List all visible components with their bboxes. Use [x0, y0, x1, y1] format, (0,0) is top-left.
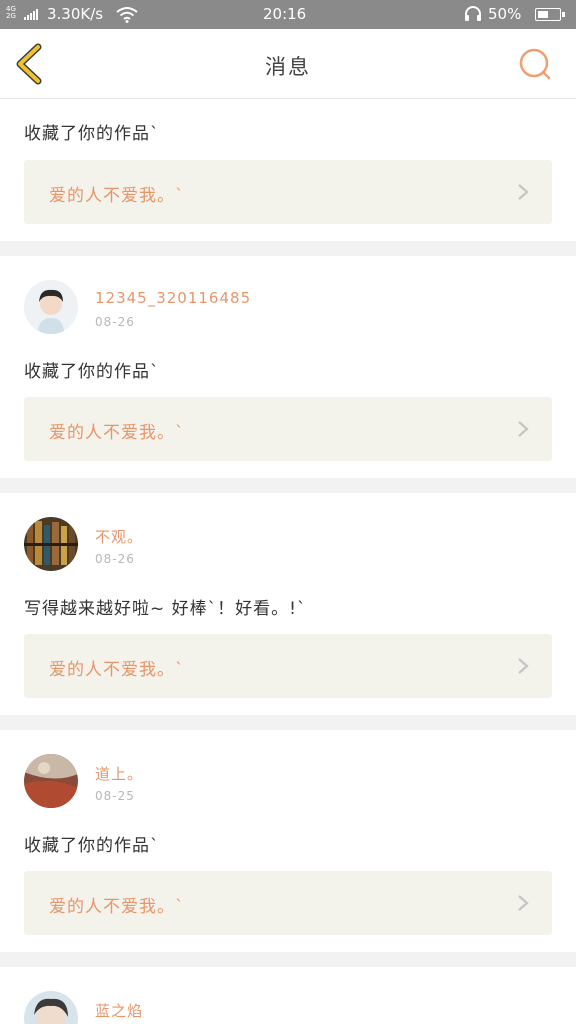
avatar[interactable]	[24, 517, 78, 571]
chevron-right-icon	[518, 895, 529, 911]
nav-header: 消息	[0, 29, 576, 99]
avatar[interactable]	[24, 991, 78, 1024]
page-title: 消息	[265, 55, 311, 79]
work-title: 爱的人不爱我。`	[49, 897, 185, 917]
wifi-icon	[116, 7, 138, 23]
avatar[interactable]	[24, 754, 78, 808]
chevron-right-icon	[518, 184, 529, 200]
message-content: 收藏了你的作品`	[24, 362, 160, 382]
network-type: 4G 2G	[6, 6, 22, 20]
work-title: 爱的人不爱我。`	[49, 186, 185, 206]
work-link[interactable]: 爱的人不爱我。`	[24, 397, 552, 461]
chevron-right-icon	[518, 658, 529, 674]
message-date: 08-25	[95, 789, 135, 803]
message-date: 08-26	[95, 315, 135, 329]
headset-icon	[465, 6, 481, 21]
message-card: 不观。 08-26 写得越来越好啦~ 好棒`！好看。!` 爱的人不爱我。`	[0, 493, 576, 715]
username[interactable]: 12345_320116485	[95, 289, 251, 307]
network-speed: 3.30K/s	[47, 5, 104, 23]
chevron-right-icon	[518, 421, 529, 437]
search-icon[interactable]	[517, 46, 553, 82]
message-card: 12345_320116485 08-26 收藏了你的作品` 爱的人不爱我。`	[0, 256, 576, 478]
network-bottom-label: 2G	[6, 12, 16, 20]
work-link[interactable]: 爱的人不爱我。`	[24, 871, 552, 935]
message-content: 写得越来越好啦~ 好棒`！好看。!`	[24, 599, 307, 619]
work-title: 爱的人不爱我。`	[49, 660, 185, 680]
battery-percent: 50%	[488, 5, 522, 23]
message-card: 收藏了你的作品` 爱的人不爱我。`	[0, 99, 576, 241]
message-card: 蓝之焰	[0, 967, 576, 1024]
username[interactable]: 蓝之焰	[95, 1000, 143, 1021]
work-link[interactable]: 爱的人不爱我。`	[24, 160, 552, 224]
username[interactable]: 道上。	[95, 763, 143, 784]
username[interactable]: 不观。	[95, 526, 143, 547]
message-content: 收藏了你的作品`	[24, 124, 160, 144]
message-card: 道上。 08-25 收藏了你的作品` 爱的人不爱我。`	[0, 730, 576, 952]
message-content: 收藏了你的作品`	[24, 836, 160, 856]
avatar[interactable]	[24, 280, 78, 334]
work-title: 爱的人不爱我。`	[49, 423, 185, 443]
clock: 20:16	[263, 5, 307, 23]
signal-icon	[24, 9, 38, 20]
battery-icon	[535, 8, 565, 21]
work-link[interactable]: 爱的人不爱我。`	[24, 634, 552, 698]
status-bar: 4G 2G 3.30K/s 20:16 50%	[0, 0, 576, 29]
message-date: 08-26	[95, 552, 135, 566]
